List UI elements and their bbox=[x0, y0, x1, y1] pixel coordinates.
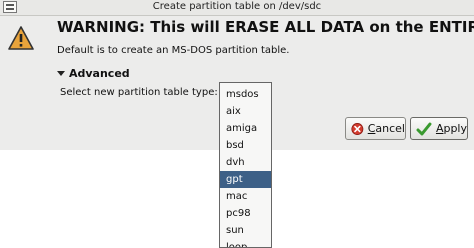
partition-type-option-bsd[interactable]: bsd bbox=[220, 137, 271, 154]
partition-type-option-gpt[interactable]: gpt bbox=[220, 171, 271, 188]
default-info-text: Default is to create an MS-DOS partition… bbox=[57, 45, 290, 56]
advanced-expander[interactable]: Advanced bbox=[57, 66, 130, 80]
advanced-label: Advanced bbox=[69, 66, 130, 80]
partition-type-option-aix[interactable]: aix bbox=[220, 103, 271, 120]
partition-type-list: msdos aix amiga bsd dvh gpt mac pc98 sun loop bbox=[220, 83, 271, 247]
partition-type-option-msdos[interactable]: msdos bbox=[220, 86, 271, 103]
warning-heading: WARNING: This will ERASE ALL DATA on the… bbox=[57, 18, 474, 36]
warning-icon bbox=[8, 26, 34, 50]
partition-type-label: Select new partition table type: bbox=[60, 87, 218, 98]
checkmark-icon bbox=[416, 122, 432, 135]
window-title: Create partition table on /dev/sdc bbox=[152, 1, 322, 12]
expander-arrow-icon bbox=[57, 70, 65, 76]
partition-type-option-pc98[interactable]: pc98 bbox=[220, 205, 271, 222]
partition-type-option-dvh[interactable]: dvh bbox=[220, 154, 271, 171]
cancel-button[interactable]: Cancel bbox=[345, 117, 406, 140]
partition-type-option-loop[interactable]: loop bbox=[220, 239, 271, 247]
partition-type-option-sun[interactable]: sun bbox=[220, 222, 271, 239]
cancel-label: Cancel bbox=[367, 122, 405, 135]
cancel-icon bbox=[351, 122, 364, 135]
apply-button[interactable]: Apply bbox=[410, 117, 468, 140]
partition-type-option-amiga[interactable]: amiga bbox=[220, 120, 271, 137]
partition-type-option-mac[interactable]: mac bbox=[220, 188, 271, 205]
apply-label: Apply bbox=[435, 122, 467, 135]
partition-type-dropdown[interactable]: msdos aix amiga bsd dvh gpt mac pc98 sun loop bbox=[219, 82, 272, 248]
title-bar: Create partition table on /dev/sdc bbox=[0, 0, 474, 16]
